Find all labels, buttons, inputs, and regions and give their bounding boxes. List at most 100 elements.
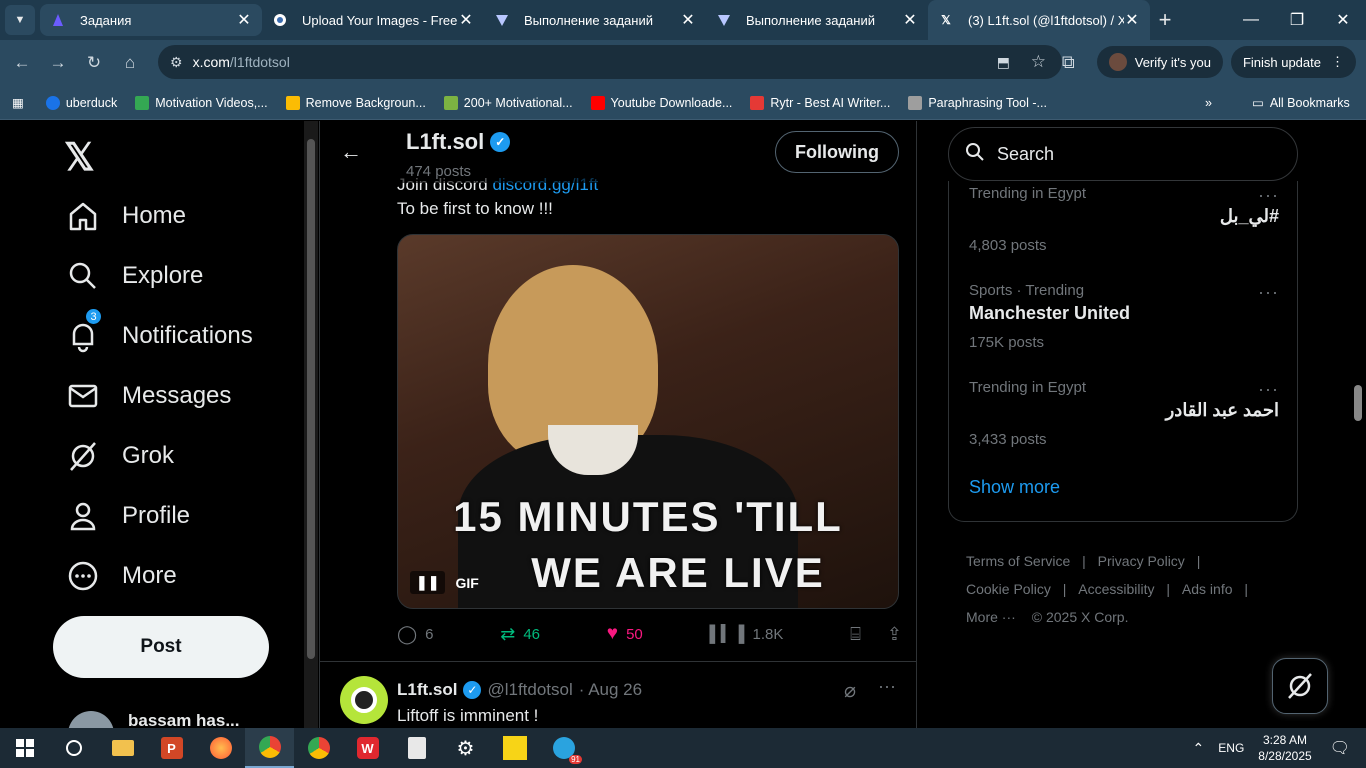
reload-icon[interactable]: ↻ — [76, 53, 112, 73]
scrollbar-thumb[interactable] — [1354, 385, 1362, 421]
privacy-link[interactable]: Privacy Policy — [1098, 553, 1185, 569]
repost-button[interactable]: ⇄ 46 — [500, 624, 540, 645]
like-button[interactable]: ♥ 50 — [607, 623, 643, 645]
wps-office-icon[interactable]: W — [343, 728, 392, 768]
tweet-handle[interactable]: @l1ftdotsol — [487, 680, 572, 700]
back-arrow-icon[interactable]: ← — [340, 139, 362, 165]
back-icon[interactable]: ← — [4, 53, 40, 73]
account-switcher[interactable]: bassam has... — [68, 711, 240, 728]
file-explorer-icon[interactable] — [98, 728, 147, 768]
bookmark-item[interactable]: Remove Backgroun... — [285, 95, 426, 110]
bookmark-item[interactable]: 200+ Motivational... — [443, 95, 573, 110]
firefox-icon[interactable] — [196, 728, 245, 768]
close-icon[interactable]: ✕ — [458, 10, 474, 30]
bookmark-item[interactable]: Motivation Videos,... — [135, 95, 268, 110]
tweet[interactable]: L1ft.sol ✓ @l1ftdotsol · Aug 26 ⌀ ··· Li… — [320, 662, 916, 728]
chrome-active-icon[interactable] — [245, 728, 294, 768]
trend-item[interactable]: Trending in Egypt ··· #لي_بل 4,803 posts — [969, 185, 1279, 254]
nav-messages[interactable]: Messages — [66, 379, 231, 413]
language-indicator[interactable]: ENG — [1218, 741, 1244, 755]
more-dots-icon[interactable]: ··· — [1258, 379, 1279, 400]
calculator-icon[interactable] — [392, 728, 441, 768]
more-dots-icon[interactable]: ··· — [1258, 282, 1279, 303]
terms-link[interactable]: Terms of Service — [966, 553, 1070, 569]
forward-icon[interactable]: → — [40, 53, 76, 73]
close-icon[interactable]: ✕ — [1124, 10, 1140, 30]
views-button[interactable]: ▌▍▐ 1.8K — [710, 624, 784, 644]
following-button[interactable]: Following — [775, 131, 899, 173]
cortana-search-icon[interactable] — [49, 728, 98, 768]
tab-search-dropdown[interactable]: ▼ — [5, 5, 35, 35]
bookmark-item[interactable]: Paraphrasing Tool -... — [908, 95, 1047, 110]
avatar[interactable] — [340, 676, 388, 724]
windows-start-icon[interactable] — [0, 728, 49, 768]
pause-icon[interactable]: ❚❚ — [410, 571, 446, 594]
trend-item[interactable]: Sports · Trending ··· Manchester United … — [969, 282, 1279, 351]
minimize-icon[interactable]: — — [1228, 0, 1274, 40]
nav-grok[interactable]: Grok — [66, 439, 174, 473]
apps-grid-icon[interactable]: ▦ — [12, 95, 24, 110]
powerpoint-icon[interactable]: P — [147, 728, 196, 768]
all-bookmarks-label: All Bookmarks — [1269, 95, 1350, 110]
address-bar[interactable]: ⚙ x.com/l1ftdotsol ⬒ ☆ — [158, 45, 1062, 79]
bookmark-icon[interactable]: ⌸ — [850, 624, 861, 645]
search-input[interactable]: Search — [948, 127, 1298, 181]
nav-notifications[interactable]: 3 Notifications — [66, 307, 253, 353]
reply-button[interactable]: ◯ 6 — [397, 624, 434, 645]
x-logo-icon[interactable]: 𝕏 — [64, 135, 95, 180]
nav-home[interactable]: Home — [66, 199, 186, 233]
close-icon[interactable]: ✕ — [680, 10, 696, 30]
finish-update-button[interactable]: Finish update ⋮ — [1230, 46, 1356, 78]
trend-item[interactable]: Trending in Egypt ··· احمد عبد القادر 3,… — [969, 379, 1279, 448]
chevron-up-icon[interactable]: ⌃ — [1193, 740, 1205, 757]
post-label: Post — [140, 636, 182, 657]
nav-explore[interactable]: Explore — [66, 259, 203, 293]
maximize-icon[interactable]: ❐ — [1274, 0, 1320, 40]
all-bookmarks[interactable]: ▭ All Bookmarks — [1252, 95, 1350, 111]
close-icon[interactable]: ✕ — [236, 10, 252, 30]
more-dots-icon[interactable]: ··· — [1258, 185, 1279, 206]
bookmark-item[interactable]: Youtube Downloade... — [590, 95, 732, 110]
verify-button[interactable]: Verify it's you — [1096, 46, 1223, 78]
grok-fab-button[interactable] — [1272, 658, 1328, 714]
tweet-author[interactable]: L1ft.sol — [397, 680, 457, 700]
exness-icon[interactable] — [490, 728, 539, 768]
home-browser-icon[interactable]: ⌂ — [112, 53, 148, 73]
settings-icon[interactable]: ⚙ — [441, 728, 490, 768]
more-dots-icon[interactable]: ··· — [878, 676, 896, 697]
tab-1[interactable]: Upload Your Images - Free I ✕ — [262, 0, 484, 40]
accessibility-link[interactable]: Accessibility — [1078, 581, 1154, 597]
bookmark-item[interactable]: uberduck — [45, 95, 117, 110]
page-scrollbar[interactable] — [1350, 121, 1366, 728]
chevron-right-icon[interactable]: » — [1205, 96, 1212, 110]
notification-center-icon[interactable]: 🗨 — [1330, 738, 1350, 758]
bookmark-item[interactable]: Rytr - Best AI Writer... — [750, 95, 890, 110]
extensions-icon[interactable]: ⧉ — [1062, 52, 1075, 73]
grok-icon[interactable]: ⌀ — [844, 678, 856, 703]
nav-profile[interactable]: Profile — [66, 499, 190, 533]
tab-0[interactable]: Задания ✕ — [40, 4, 262, 36]
star-icon[interactable]: ☆ — [1031, 52, 1046, 72]
tab-4-active[interactable]: 𝕏 (3) L1ft.sol (@l1ftdotsol) / X ✕ — [928, 0, 1150, 40]
clock[interactable]: 3:28 AM 8/28/2025 — [1258, 732, 1311, 764]
tab-3[interactable]: Выполнение заданий ✕ — [706, 0, 928, 40]
window-close-icon[interactable]: ✕ — [1320, 0, 1366, 40]
ads-info-link[interactable]: Ads info — [1182, 581, 1233, 597]
tweet-gif[interactable]: 15 MINUTES 'TILL WE ARE LIVE ❚❚ GIF — [397, 234, 899, 609]
tweet-date[interactable]: · Aug 26 — [579, 680, 642, 700]
new-tab-button[interactable]: + — [1150, 7, 1180, 33]
post-button[interactable]: Post — [53, 616, 269, 678]
site-info-icon[interactable]: ⚙ — [170, 54, 183, 71]
tab-2[interactable]: Выполнение заданий ✕ — [484, 0, 706, 40]
install-icon[interactable]: ⬒ — [997, 54, 1010, 71]
footer-more-link[interactable]: More ··· — [966, 609, 1016, 625]
show-more-link[interactable]: Show more — [969, 477, 1060, 498]
close-icon[interactable]: ✕ — [902, 10, 918, 30]
left-scrollbar[interactable] — [304, 121, 318, 728]
share-icon[interactable]: ⇪ — [887, 624, 902, 645]
telegram-icon[interactable]: 91 — [539, 728, 588, 768]
scrollbar-thumb[interactable] — [307, 139, 315, 659]
nav-more[interactable]: More — [66, 559, 177, 593]
cookie-link[interactable]: Cookie Policy — [966, 581, 1051, 597]
chrome-icon[interactable] — [294, 728, 343, 768]
